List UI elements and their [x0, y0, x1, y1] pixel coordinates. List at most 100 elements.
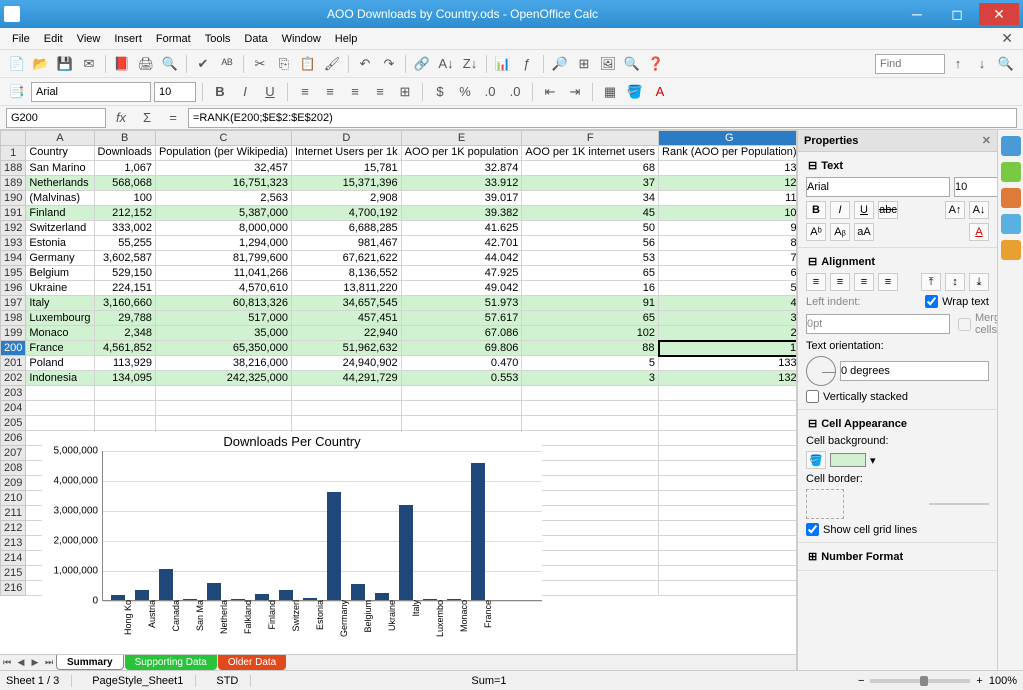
chart-icon[interactable]: 📊 [492, 53, 514, 75]
menu-file[interactable]: File [6, 31, 36, 47]
menu-data[interactable]: Data [238, 31, 273, 47]
panel-bold-icon[interactable]: B [806, 201, 826, 219]
border-style-select[interactable] [929, 503, 989, 505]
tab-last-icon[interactable]: ⏭ [42, 656, 56, 670]
percent-icon[interactable]: % [454, 81, 476, 103]
tab-supporting[interactable]: Supporting Data [125, 655, 217, 670]
vstack-checkbox[interactable]: Vertically stacked [806, 390, 908, 403]
open-icon[interactable]: 📂 [30, 53, 52, 75]
orientation-select[interactable] [840, 361, 989, 381]
bold-icon[interactable]: B [209, 81, 231, 103]
indent-dec-icon[interactable]: ⇤ [539, 81, 561, 103]
zoom-value[interactable]: 100% [989, 675, 1017, 687]
panel-shrink-icon[interactable]: A↓ [969, 201, 989, 219]
align-right-icon[interactable]: ≡ [344, 81, 366, 103]
panel-sub-icon[interactable]: Aᵦ [830, 223, 850, 241]
decimal-remove-icon[interactable]: .0 [504, 81, 526, 103]
valign-top-icon[interactable]: ⤒ [921, 273, 941, 291]
redo-icon[interactable]: ↷ [378, 53, 400, 75]
fontcolor-icon[interactable]: A [649, 81, 671, 103]
halign-center-icon[interactable]: ≡ [830, 273, 850, 291]
function-icon[interactable]: ƒ [516, 53, 538, 75]
sort-asc-icon[interactable]: A↓ [435, 53, 457, 75]
tab-next-icon[interactable]: ▶ [28, 656, 42, 670]
email-icon[interactable]: ✉ [78, 53, 100, 75]
align-center-icon[interactable]: ≡ [319, 81, 341, 103]
minimize-button[interactable]: ─ [897, 3, 937, 25]
valign-mid-icon[interactable]: ↕ [945, 273, 965, 291]
tab-summary[interactable]: Summary [56, 655, 124, 670]
tab-older[interactable]: Older Data [218, 655, 286, 670]
properties-dock-icon[interactable] [1001, 136, 1021, 156]
menu-insert[interactable]: Insert [108, 31, 148, 47]
menu-edit[interactable]: Edit [38, 31, 69, 47]
new-icon[interactable]: 📄 [6, 53, 28, 75]
link-icon[interactable]: 🔗 [411, 53, 433, 75]
merge-icon[interactable]: ⊞ [394, 81, 416, 103]
sum-icon[interactable]: Σ [136, 107, 158, 129]
align-justify-icon[interactable]: ≡ [369, 81, 391, 103]
find-all-icon[interactable]: 🔍 [995, 53, 1017, 75]
font-size-select[interactable] [154, 82, 196, 102]
panel-grow-icon[interactable]: A↑ [945, 201, 965, 219]
undo-icon[interactable]: ↶ [354, 53, 376, 75]
panel-close-icon[interactable]: ✕ [982, 134, 991, 147]
close-doc-icon[interactable]: ✕ [995, 28, 1017, 49]
decimal-add-icon[interactable]: .0 [479, 81, 501, 103]
print-icon[interactable]: 🖨 [135, 53, 157, 75]
cut-icon[interactable]: ✂ [249, 53, 271, 75]
halign-right-icon[interactable]: ≡ [854, 273, 874, 291]
styles-icon[interactable]: 📑 [6, 81, 28, 103]
styles-dock-icon[interactable] [1001, 162, 1021, 182]
navigator-icon[interactable]: ⊞ [573, 53, 595, 75]
bgcolor-icon[interactable]: 🪣 [624, 81, 646, 103]
panel-fontcolor-icon[interactable]: A [969, 223, 989, 241]
panel-font-select[interactable] [806, 177, 950, 197]
preview-icon[interactable]: 🔍 [159, 53, 181, 75]
functions-dock-icon[interactable] [1001, 240, 1021, 260]
gridlines-checkbox[interactable]: Show cell grid lines [806, 523, 917, 536]
tab-prev-icon[interactable]: ◀ [14, 656, 28, 670]
currency-icon[interactable]: $ [429, 81, 451, 103]
panel-italic-icon[interactable]: I [830, 201, 850, 219]
find-input[interactable] [875, 54, 945, 74]
maximize-button[interactable]: ◻ [937, 3, 977, 25]
find-next-icon[interactable]: ↓ [971, 53, 993, 75]
copy-icon[interactable]: ⎘ [273, 53, 295, 75]
spell-icon[interactable]: ✔ [192, 53, 214, 75]
borders-icon[interactable]: ▦ [599, 81, 621, 103]
panel-underline-icon[interactable]: U [854, 201, 874, 219]
zoom-in-icon[interactable]: + [976, 675, 982, 687]
autospell-icon[interactable]: ᴬᴮ [216, 53, 238, 75]
underline-icon[interactable]: U [259, 81, 281, 103]
pdf-icon[interactable]: 📕 [111, 53, 133, 75]
formula-input[interactable] [188, 108, 1017, 128]
font-name-select[interactable] [31, 82, 151, 102]
zoom-slider[interactable] [870, 679, 970, 683]
menu-help[interactable]: Help [329, 31, 364, 47]
cellapp-section[interactable]: ⊟ Cell Appearance [804, 414, 991, 433]
tab-first-icon[interactable]: ⏮ [0, 656, 14, 670]
save-icon[interactable]: 💾 [54, 53, 76, 75]
halign-left-icon[interactable]: ≡ [806, 273, 826, 291]
valign-bot-icon[interactable]: ⤓ [969, 273, 989, 291]
indent-input[interactable] [806, 314, 950, 334]
navigator-dock-icon[interactable] [1001, 214, 1021, 234]
zoom-icon[interactable]: 🔍 [621, 53, 643, 75]
indent-inc-icon[interactable]: ⇥ [564, 81, 586, 103]
zoom-out-icon[interactable]: − [858, 675, 864, 687]
find-prev-icon[interactable]: ↑ [947, 53, 969, 75]
panel-super-icon[interactable]: Aᵇ [806, 223, 826, 241]
help-icon[interactable]: ❓ [645, 53, 667, 75]
brush-icon[interactable]: 🖌 [321, 53, 343, 75]
close-button[interactable]: ✕ [979, 3, 1019, 25]
panel-strike-icon[interactable]: abc [878, 201, 898, 219]
embedded-chart[interactable]: Downloads Per Country 01,000,0002,000,00… [42, 432, 542, 632]
equals-icon[interactable]: = [162, 107, 184, 129]
halign-justify-icon[interactable]: ≡ [878, 273, 898, 291]
text-section[interactable]: ⊟ Text [804, 156, 991, 175]
gallery-dock-icon[interactable] [1001, 188, 1021, 208]
menu-window[interactable]: Window [276, 31, 327, 47]
align-left-icon[interactable]: ≡ [294, 81, 316, 103]
paste-icon[interactable]: 📋 [297, 53, 319, 75]
